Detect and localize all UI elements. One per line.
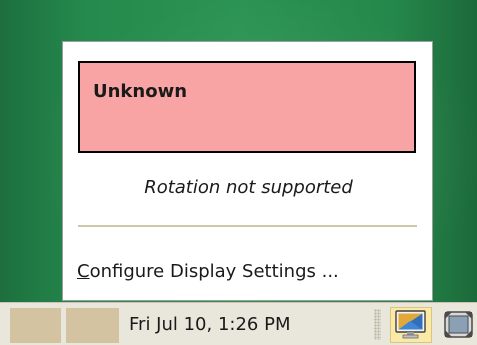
taskbar-button[interactable] xyxy=(10,308,61,343)
configure-display-settings-label: Configure Display Settings ... xyxy=(77,261,339,282)
screen-resize-icon[interactable] xyxy=(440,309,477,340)
bottom-panel: Fri Jul 10, 1:26 PM xyxy=(0,302,477,345)
configure-display-settings-item[interactable]: Configure Display Settings ... xyxy=(69,254,426,290)
menu-separator xyxy=(78,225,417,227)
display-settings-icon[interactable] xyxy=(390,307,432,343)
desktop-background: Unknown Rotation not supported Configure… xyxy=(0,0,477,345)
configure-label-text: onfigure Display Settings ... xyxy=(89,261,339,282)
monitor-status-box: Unknown xyxy=(78,61,416,153)
monitor-status-label: Unknown xyxy=(93,81,188,102)
taskbar-button[interactable] xyxy=(66,308,119,343)
rotation-message: Rotation not supported xyxy=(144,177,353,198)
configure-mnemonic: C xyxy=(77,261,90,282)
display-popup-menu: Unknown Rotation not supported Configure… xyxy=(62,41,433,301)
panel-clock[interactable]: Fri Jul 10, 1:26 PM xyxy=(129,314,290,335)
panel-drag-handle[interactable] xyxy=(374,309,381,340)
